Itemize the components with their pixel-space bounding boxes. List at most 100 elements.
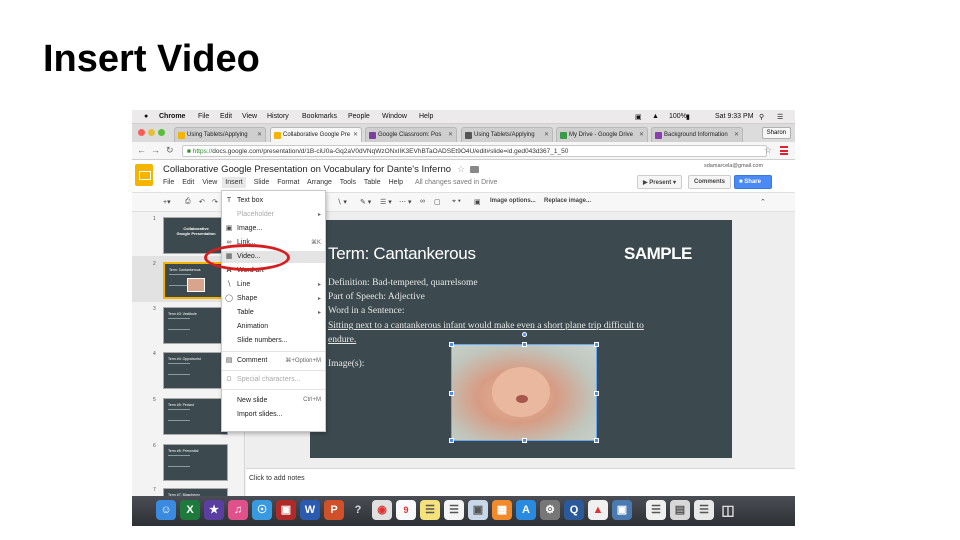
bookmark-star-icon[interactable]: ☆ [764,145,772,156]
slides-logo-icon[interactable] [135,164,153,186]
comment-icon[interactable]: ▢ [434,198,441,206]
slide-word-in-sentence[interactable]: Word in a Sentence: [328,306,405,316]
star-icon[interactable]: ☆ [457,164,465,175]
menu-arrange[interactable]: Arrange [307,179,332,186]
screen-record-icon[interactable]: ▣ [635,113,642,121]
account-email[interactable]: sdamarcela@gmail.com [704,163,763,169]
chrome-icon[interactable]: ◉ [372,500,392,520]
menu-slide[interactable]: Slide [254,179,270,186]
finder-icon[interactable]: ☺ [156,500,176,520]
resize-handle[interactable] [522,438,527,443]
baby-photo[interactable] [449,332,599,443]
reminders-icon[interactable]: ☰ [444,500,464,520]
browser-tab-active[interactable]: Collaborative Google Pre ✕ [270,127,362,142]
speaker-notes[interactable]: Click to add notes [246,468,795,496]
downloads-stack-icon[interactable]: ☰ [694,500,714,520]
document-stack-icon[interactable]: ☰ [646,500,666,520]
menu-help[interactable]: Help [389,179,403,186]
menu-item-import-slides[interactable]: Import slides... [222,409,325,421]
document-title[interactable]: Collaborative Google Presentation on Voc… [163,164,451,175]
battery-level[interactable]: 100% [669,113,687,120]
notification-center-icon[interactable]: ☰ [777,113,783,121]
browser-tab[interactable]: Using Tablets/Applying ✕ [174,127,266,142]
menu-format[interactable]: Format [277,179,299,186]
slide-sentence-line-1[interactable]: Sitting next to a cantankerous infant wo… [328,321,644,331]
link-icon[interactable]: ∞ [420,198,425,205]
undo-icon[interactable]: ↶ [199,198,205,206]
image-options-button[interactable]: Image options... [490,198,536,204]
resize-handle[interactable] [449,391,454,396]
mac-menu-bookmarks[interactable]: Bookmarks [302,113,337,120]
redo-icon[interactable]: ↷ [212,198,218,206]
print-icon[interactable]: ⎙ [185,198,191,206]
safari-icon[interactable]: ☉ [252,500,272,520]
reload-icon[interactable]: ↻ [166,145,174,156]
chrome-menu-icon[interactable] [780,146,788,155]
close-tab-icon[interactable]: ✕ [639,131,644,138]
photo-app-icon[interactable]: ▣ [612,500,632,520]
slide-thumbnail[interactable]: Term #6: Primordial [163,444,228,481]
slide-sentence-line-2[interactable]: endure. [328,335,356,345]
back-arrow-icon[interactable]: ← [137,145,146,155]
menu-item-table[interactable]: Table ▸ [222,307,325,319]
spotlight-icon[interactable]: ⚲ [759,113,764,121]
menu-item-slide-numbers[interactable]: Slide numbers... [222,335,325,347]
mac-menu-history[interactable]: History [267,113,289,120]
current-slide[interactable]: Term: Cantankerous SAMPLE Definition: Ba… [310,220,732,458]
collapse-chevron-icon[interactable]: ⌃ [760,198,766,206]
app-store-icon[interactable]: A [516,500,536,520]
save-status[interactable]: All changes saved in Drive [415,179,498,186]
calendar-icon[interactable]: 9 [396,500,416,520]
clock[interactable]: Sat 9:33 PM [715,113,754,120]
image-icon[interactable]: ▣ [474,198,481,206]
replace-image-button[interactable]: Replace image... [544,198,591,204]
word-icon[interactable]: W [300,500,320,520]
slide-images-label[interactable]: Image(s): [328,359,364,369]
rotate-handle[interactable] [522,332,527,337]
system-preferences-icon[interactable]: ⚙ [540,500,560,520]
powerpoint-icon[interactable]: P [324,500,344,520]
resize-handle[interactable] [522,342,527,347]
line-tool-icon[interactable]: ∖ ▾ [337,198,347,206]
help-icon[interactable]: ? [348,500,368,520]
menu-edit[interactable]: Edit [182,179,194,186]
slide-definition[interactable]: Definition: Bad-tempered, quarrelsome [328,278,478,288]
apple-icon[interactable]: ● [144,113,148,120]
menu-tools[interactable]: Tools [340,179,356,186]
excel-icon[interactable]: X [180,500,200,520]
preview-icon[interactable]: ▣ [468,500,488,520]
resize-handle[interactable] [449,342,454,347]
menu-table[interactable]: Table [364,179,381,186]
mac-menu-view[interactable]: View [242,113,257,120]
slide-thumbnail[interactable]: Term #5: Pedant [163,398,228,435]
crop-icon[interactable]: ⌖ ▾ [452,198,461,206]
menu-item-animation[interactable]: Animation [222,321,325,333]
menu-view[interactable]: View [202,179,217,186]
menu-item-comment[interactable]: ▤ Comment ⌘+Option+M [222,355,325,367]
browser-tab[interactable]: Google Classroom: Pos ✕ [365,127,457,142]
folder-stack-icon[interactable]: ▤ [670,500,690,520]
mac-menu-app[interactable]: Chrome [159,113,185,120]
mac-menu-window[interactable]: Window [382,113,407,120]
menu-item-line[interactable]: ∖ Line ▸ [222,279,325,291]
menu-file[interactable]: File [163,179,174,186]
slide-part-of-speech[interactable]: Part of Speech: Adjective [328,292,425,302]
close-tab-icon[interactable]: ✕ [448,131,453,138]
resize-handle[interactable] [594,438,599,443]
browser-tab[interactable]: Using Tablets/Applying ✕ [461,127,553,142]
menu-item-new-slide[interactable]: New slide Ctrl+M [222,395,325,407]
close-tab-icon[interactable]: ✕ [544,131,549,138]
menu-item-shape[interactable]: ◯ Shape ▸ [222,293,325,305]
close-window-button[interactable] [138,129,145,136]
minimize-window-button[interactable] [148,129,155,136]
acrobat-icon[interactable]: ▲ [588,500,608,520]
zoom-window-button[interactable] [158,129,165,136]
menu-insert[interactable]: Insert [222,177,246,188]
line-dash-icon[interactable]: ⋯ ▾ [399,198,411,206]
quicktime-icon[interactable]: Q [564,500,584,520]
notes-icon[interactable]: ☰ [420,500,440,520]
photo-booth-icon[interactable]: ▣ [276,500,296,520]
ibooks-icon[interactable]: ▦ [492,500,512,520]
new-slide-icon[interactable]: +▾ [163,198,171,206]
url-input[interactable]: ■ https://docs.google.com/presentation/d… [182,145,767,157]
